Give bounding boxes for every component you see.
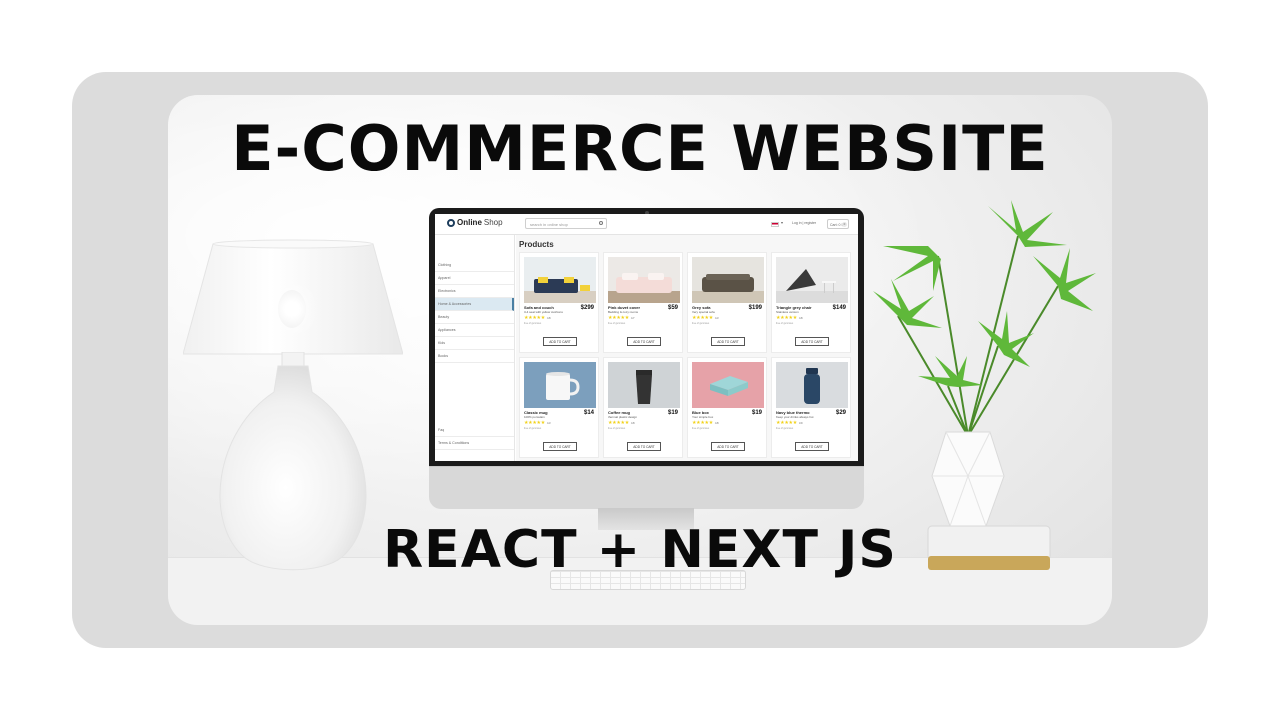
product-card[interactable]: Coffee mug $19 thermal plastic design ★★… xyxy=(603,357,683,458)
shop-header: Online Shop search in online shop ▾ Log i… xyxy=(435,214,858,235)
logo-bold-text: Online xyxy=(457,218,482,227)
sidebar-item-clothing[interactable]: Clothing xyxy=(435,259,514,272)
chevron-down-icon[interactable]: ▾ xyxy=(781,220,783,225)
rating-value: 4.8 xyxy=(798,316,803,320)
flag-icon[interactable] xyxy=(771,222,779,227)
product-sub: free of gummies xyxy=(608,322,626,325)
add-to-cart-button[interactable]: ADD TO CART xyxy=(795,442,829,451)
page-title: Products xyxy=(519,240,554,249)
product-price: $199 xyxy=(748,305,762,311)
product-desc: Your simple box xyxy=(692,415,714,419)
search-placeholder: search in online shop xyxy=(530,222,568,227)
sidebar-item-appliances[interactable]: Appliances xyxy=(435,324,514,337)
star-rating-icon: ★★★★★ 4.3 xyxy=(692,315,719,321)
rating-value: 3.9 xyxy=(798,421,803,425)
footer-link-terms[interactable]: Terms & Conditions xyxy=(435,437,514,450)
rating-value: 4.8 xyxy=(546,316,551,320)
category-sidebar: Clothing Apparel Electronics Home & Acce… xyxy=(435,235,515,461)
product-sub: free of gummies xyxy=(776,427,794,430)
product-sub: free of gummies xyxy=(524,427,542,430)
add-to-cart-button[interactable]: ADD TO CART xyxy=(711,442,745,451)
rating-value: 4.3 xyxy=(546,421,551,425)
star-rating-icon: ★★★★★ 3.9 xyxy=(776,420,803,426)
add-to-cart-button[interactable]: ADD TO CART xyxy=(543,442,577,451)
star-rating-icon: ★★★★★ 4.8 xyxy=(776,315,803,321)
sofa-image xyxy=(692,257,764,303)
search-icon[interactable] xyxy=(599,221,603,225)
star-rating-icon: ★★★★★ 4.8 xyxy=(692,420,719,426)
sofa-image xyxy=(524,257,596,303)
product-card[interactable]: Grey sofa $199 Very special sofa ★★★★★ 4.… xyxy=(687,252,767,353)
lamp-bulb xyxy=(278,290,306,328)
bed-image xyxy=(608,257,680,303)
product-card[interactable]: Navy blue thermo $29 Keep your drinks al… xyxy=(771,357,851,458)
star-rating-icon: ★★★★★ 4.7 xyxy=(608,315,635,321)
search-input[interactable]: search in online shop xyxy=(525,218,607,229)
product-desc: Very special sofa xyxy=(692,310,715,314)
sidebar-item-apparel[interactable]: Apparel xyxy=(435,272,514,285)
logo-ring-icon xyxy=(447,218,455,227)
product-price: $29 xyxy=(835,410,846,416)
monitor-chin xyxy=(429,466,864,509)
product-card[interactable]: Triangle grey chair $149 Stainless versi… xyxy=(771,252,851,353)
footer-link-faq[interactable]: Faq xyxy=(435,424,514,437)
product-desc: Keep your drinks always hot xyxy=(776,415,814,419)
star-rating-icon: ★★★★★ 4.8 xyxy=(524,315,551,321)
subheadline: REACT + NEXT JS xyxy=(383,520,897,580)
add-to-cart-button[interactable]: ADD TO CART xyxy=(543,337,577,346)
products-area: Products Sofa and couch $299 3-4 seat wi… xyxy=(516,235,858,461)
thermo-image xyxy=(776,362,848,408)
star-rating-icon: ★★★★★ 4.3 xyxy=(524,420,551,426)
product-desc: 3-4 seat with yellow cushions xyxy=(524,310,563,314)
sidebar-item-electronics[interactable]: Electronics xyxy=(435,285,514,298)
chair-image xyxy=(776,257,848,303)
rating-value: 4.8 xyxy=(714,421,719,425)
rating-value: 4.3 xyxy=(714,316,719,320)
product-card[interactable]: Classic mug $14 100% porcelain ★★★★★ 4.3 … xyxy=(519,357,599,458)
product-sub: free of gummies xyxy=(692,322,710,325)
cup-image xyxy=(608,362,680,408)
product-sub: free of gummies xyxy=(524,322,542,325)
product-price: $14 xyxy=(583,410,594,416)
product-card[interactable]: Blue box $19 Your simple box ★★★★★ 4.8 fr… xyxy=(687,357,767,458)
product-sub: free of gummies xyxy=(776,322,794,325)
product-price: $59 xyxy=(667,305,678,311)
sidebar-item-kids[interactable]: Kids xyxy=(435,337,514,350)
product-sub: free of gummies xyxy=(692,427,710,430)
product-desc: 100% porcelain xyxy=(524,415,545,419)
product-price: $299 xyxy=(580,305,594,311)
box-image xyxy=(692,362,764,408)
plant-illustration xyxy=(873,200,1096,570)
add-to-cart-button[interactable]: ADD TO CART xyxy=(627,337,661,346)
cart-button[interactable]: Cart: 0 $ 0 xyxy=(827,219,849,229)
mug-image xyxy=(524,362,596,408)
product-price: $149 xyxy=(832,305,846,311)
rating-value: 4.7 xyxy=(630,316,635,320)
product-price: $19 xyxy=(667,410,678,416)
sidebar-item-home-accessories[interactable]: Home & Accessories xyxy=(435,298,514,311)
product-desc: Bedding & cozy rooms xyxy=(608,310,639,314)
shop-screen: Online Shop search in online shop ▾ Log i… xyxy=(435,214,858,461)
sidebar-item-books[interactable]: Books xyxy=(435,350,514,363)
product-desc: Stainless version xyxy=(776,310,799,314)
product-desc: thermal plastic design xyxy=(608,415,638,419)
auth-links[interactable]: Log in | register xyxy=(792,221,816,225)
product-sub: free of gummies xyxy=(608,427,626,430)
rating-value: 4.8 xyxy=(630,421,635,425)
product-card[interactable]: Pink duvet cover $59 Bedding & cozy room… xyxy=(603,252,683,353)
product-price: $19 xyxy=(751,410,762,416)
star-rating-icon: ★★★★★ 4.8 xyxy=(608,420,635,426)
shop-logo[interactable]: Online Shop xyxy=(447,218,503,227)
add-to-cart-button[interactable]: ADD TO CART xyxy=(627,442,661,451)
add-to-cart-button[interactable]: ADD TO CART xyxy=(711,337,745,346)
product-card[interactable]: Sofa and couch $299 3-4 seat with yellow… xyxy=(519,252,599,353)
logo-light-text: Shop xyxy=(483,218,503,227)
sidebar-item-beauty[interactable]: Beauty xyxy=(435,311,514,324)
headline: E-COMMERCE WEBSITE xyxy=(231,112,1049,185)
add-to-cart-button[interactable]: ADD TO CART xyxy=(795,337,829,346)
cart-count-badge: 0 xyxy=(842,222,847,227)
